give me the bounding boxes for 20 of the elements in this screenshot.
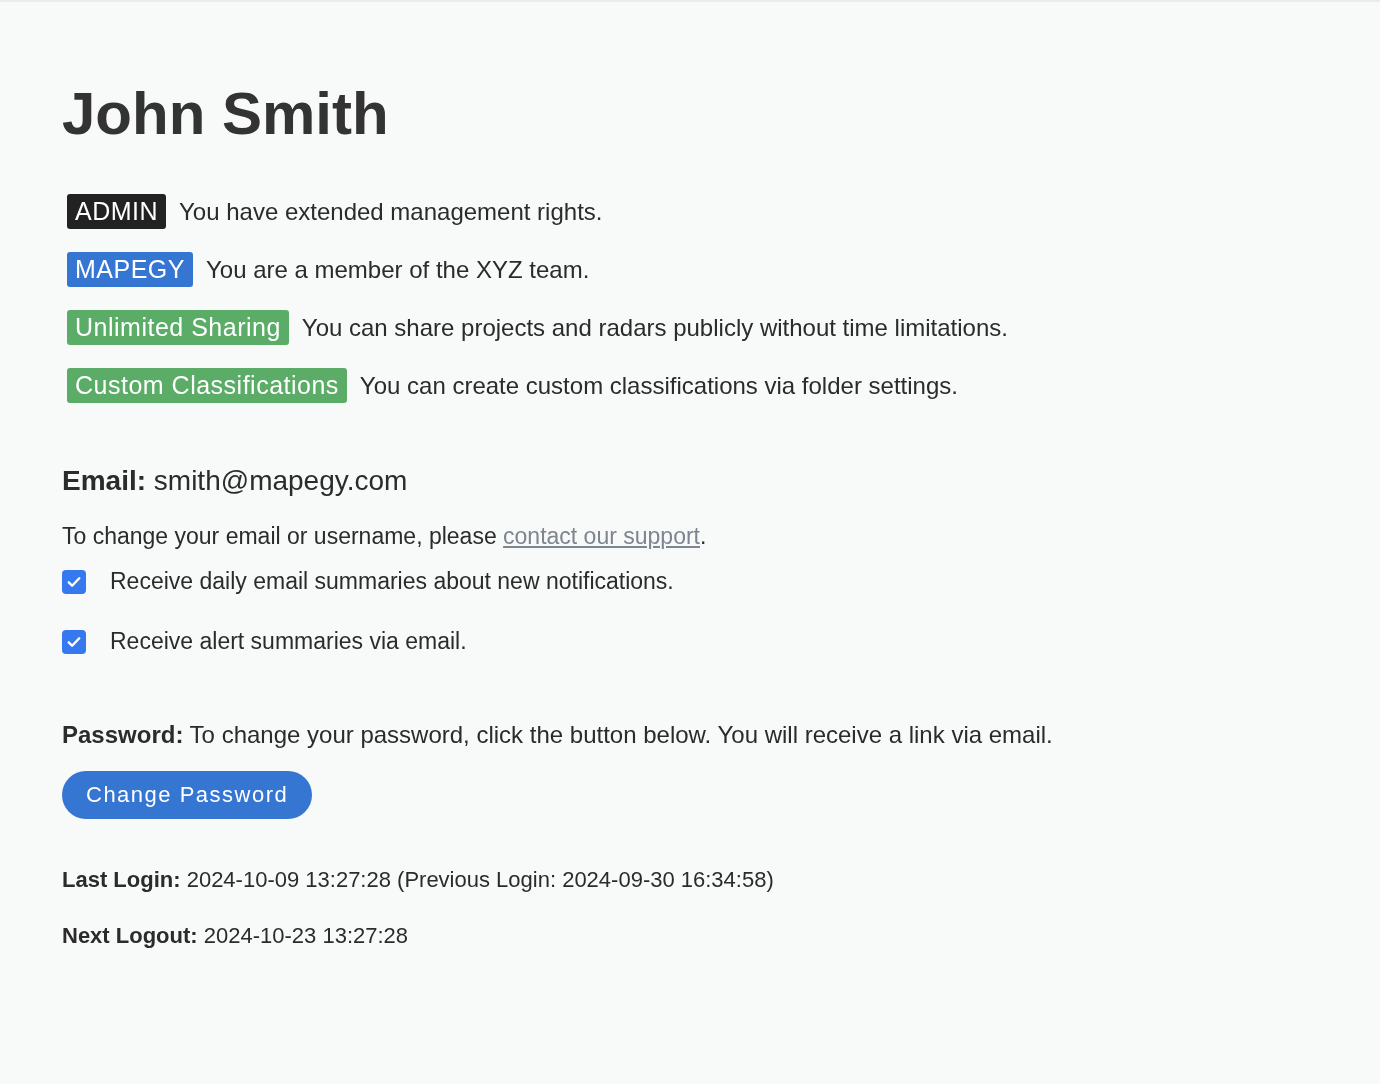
user-name-heading: John Smith: [62, 84, 390, 144]
role-badge: Custom Classifications: [67, 368, 347, 403]
role-description: You have extended management rights.: [179, 197, 603, 226]
role-badge: ADMIN: [67, 194, 167, 229]
checkbox[interactable]: [62, 569, 86, 594]
role-description: You are a member of the XYZ team.: [206, 255, 590, 284]
role-description: You can share projects and radars publicly without time limitations.: [301, 313, 1008, 342]
support-note: To change your email or username, please contact our support.: [62, 523, 708, 550]
checkbox-label: Receive alert summaries via email.: [110, 628, 467, 655]
login-info: Last Login: 2024-10-09 13:27:28 (Previous Login: 2024-09-30 16:34:58): [62, 867, 775, 893]
role-description: You can create custom classifications via folder settings.: [359, 371, 958, 400]
password-text: Password: To change your password, click the button below. You will receive a link via email.: [62, 721, 1054, 749]
email-text: Email: smith@mapegy.com: [62, 465, 409, 497]
role-badge: Unlimited Sharing: [67, 310, 289, 345]
checkbox-label: Receive daily email summaries about new notifications.: [110, 568, 674, 595]
login-info: Next Logout: 2024-10-23 13:27:28: [62, 923, 410, 949]
change-password-button[interactable]: Change Password: [62, 771, 313, 819]
role-badge: MAPEGY: [67, 252, 193, 287]
checkbox[interactable]: [62, 629, 86, 654]
support-link[interactable]: contact our support: [503, 523, 700, 549]
